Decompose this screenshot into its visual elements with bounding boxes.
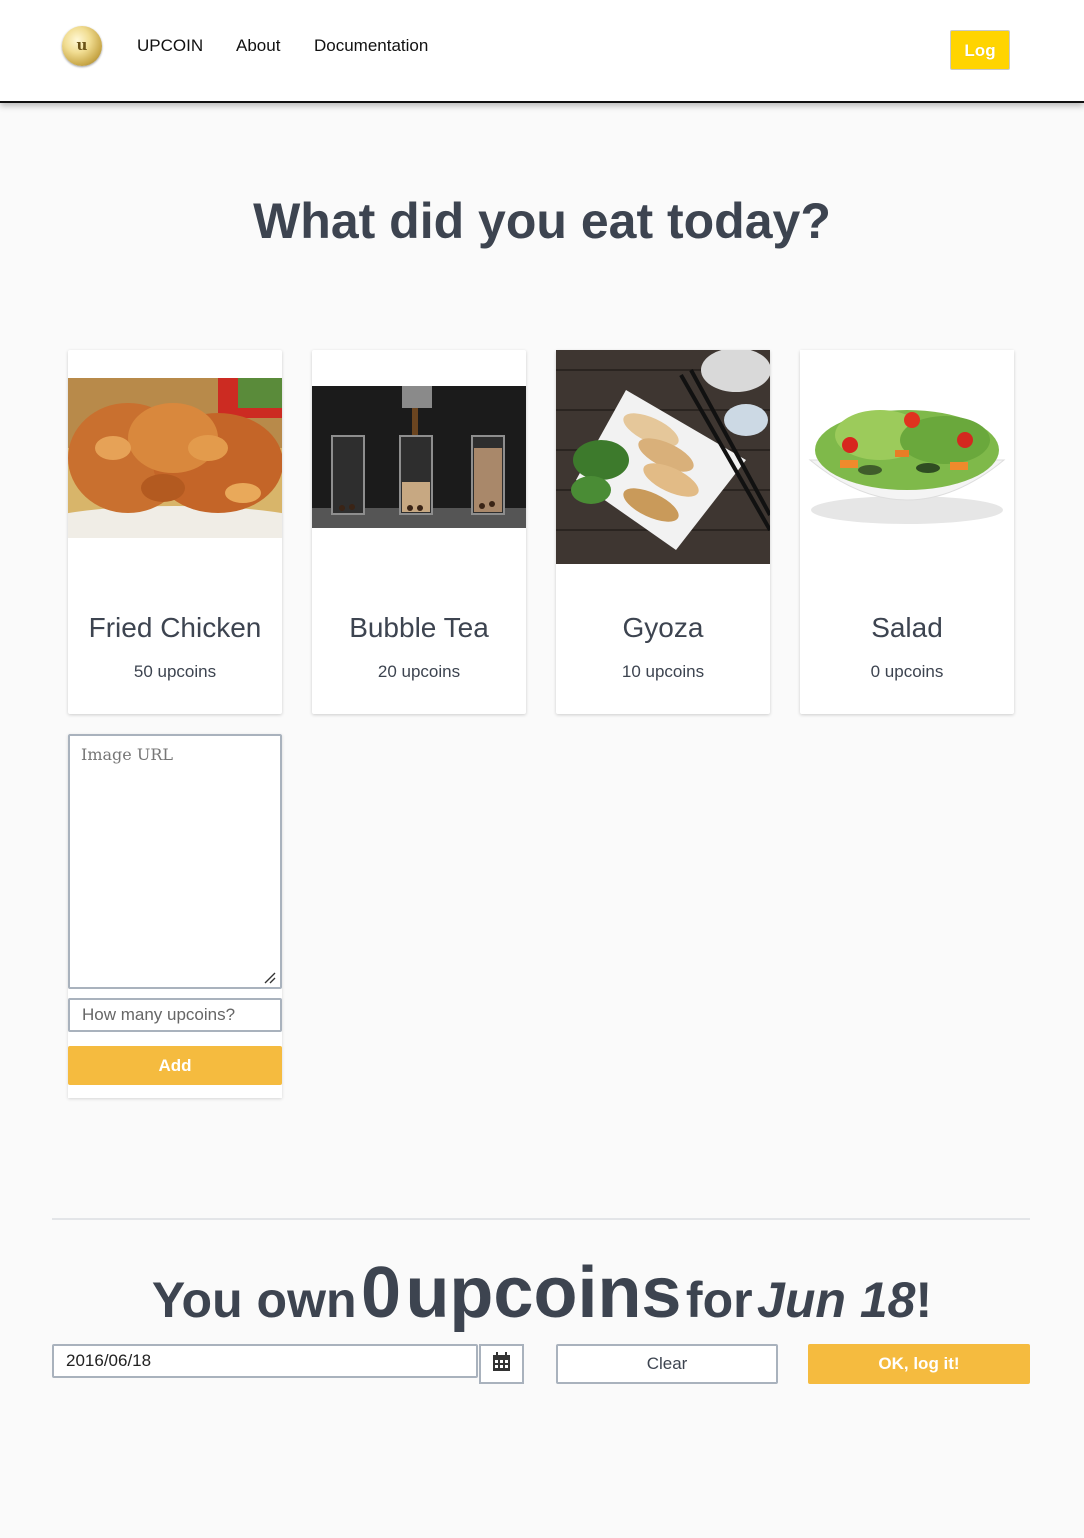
food-price: 20 upcoins	[377, 662, 461, 681]
salad-image	[800, 350, 1014, 564]
bubble-tea-image	[312, 386, 526, 528]
upcoin-logo-icon[interactable]: u	[62, 26, 102, 66]
gyoza-image	[556, 350, 770, 564]
summary-prefix: You own	[151, 1272, 357, 1328]
date-input[interactable]	[52, 1344, 478, 1378]
clear-button[interactable]: Clear	[556, 1344, 778, 1384]
calendar-icon	[493, 1352, 510, 1371]
image-url-input[interactable]	[68, 734, 282, 989]
food-price: 50 upcoins	[133, 662, 217, 681]
food-price: 10 upcoins	[621, 662, 705, 681]
resize-handle-icon[interactable]	[264, 972, 276, 984]
log-button[interactable]: Log	[950, 30, 1010, 70]
navbar: u UPCOIN About Documentation Log	[0, 0, 1084, 103]
summary-unit: upcoins	[405, 1253, 682, 1333]
section-divider	[52, 1218, 1030, 1220]
ok-log-it-button[interactable]: OK, log it!	[808, 1344, 1030, 1384]
summary-suffix: !	[915, 1272, 933, 1328]
food-name: Gyoza	[622, 612, 704, 643]
nav-link-documentation[interactable]: Documentation	[314, 36, 428, 56]
add-button[interactable]: Add	[68, 1046, 282, 1085]
summary-for: for	[685, 1272, 753, 1328]
upcoin-summary: You own 0 upcoins for Jun 18!	[0, 1252, 1084, 1334]
food-card-fried-chicken[interactable]: Fried Chicken 50 upcoins	[68, 350, 282, 714]
upcoins-amount-input[interactable]	[68, 998, 282, 1032]
fried-chicken-image	[68, 378, 282, 538]
summary-amount: 0	[360, 1253, 401, 1333]
food-price: 0 upcoins	[870, 662, 944, 681]
logo-text: u	[76, 36, 88, 54]
summary-date: Jun 18	[757, 1272, 916, 1328]
nav-link-upcoin[interactable]: UPCOIN	[137, 36, 203, 56]
page-title: What did you eat today?	[253, 193, 831, 249]
nav-link-about[interactable]: About	[236, 36, 280, 56]
food-card-gyoza[interactable]: Gyoza 10 upcoins	[556, 350, 770, 714]
food-card-salad[interactable]: Salad 0 upcoins	[800, 350, 1014, 714]
food-name: Bubble Tea	[349, 612, 489, 643]
add-food-card: Add	[68, 734, 282, 1098]
food-card-bubble-tea[interactable]: Bubble Tea 20 upcoins	[312, 350, 526, 714]
food-name: Fried Chicken	[88, 612, 262, 643]
food-name: Salad	[871, 612, 943, 643]
calendar-button[interactable]	[479, 1344, 524, 1384]
